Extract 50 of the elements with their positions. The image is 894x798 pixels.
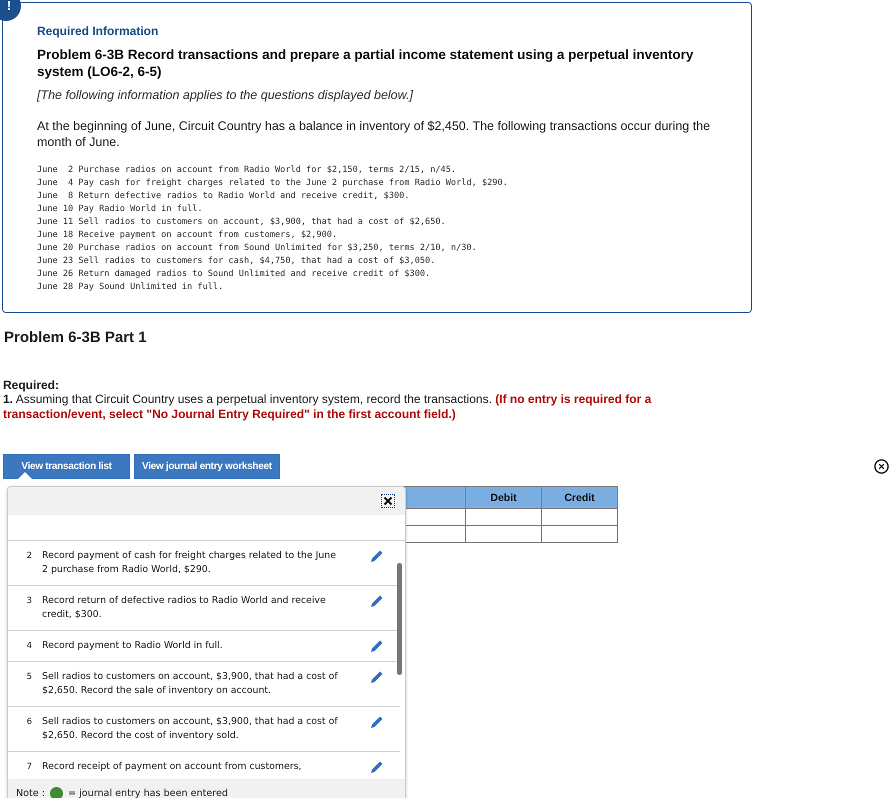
transaction-description: Sell radios to customers on account, $3,900, that had a cost of $2,650. Record the sale of inventory on account. — [42, 670, 338, 698]
transaction-line: June 2 Purchase radios on account from Radio World for $2,150, terms 2/15, n/45. — [37, 164, 456, 177]
transaction-line: June 11 Sell radios to customers on account, $3,900, that had a cost of $2,650. — [37, 216, 446, 229]
table-cell[interactable] — [466, 526, 542, 542]
close-icon[interactable] — [874, 459, 889, 474]
item-number: 7 — [26, 761, 33, 774]
transaction-line: June 18 Receive payment on account from customers, $2,900. — [37, 229, 338, 242]
transaction-description: Record return of defective radios to Radio World and receive credit, $300. — [42, 594, 327, 622]
pencil-icon[interactable] — [370, 549, 384, 563]
column-header: Debit — [466, 486, 542, 508]
status-dot — [50, 787, 63, 798]
transaction-description: Sell radios to customers on account, $3,900, that had a cost of $2,650. Record the cost of inventory sold. — [42, 715, 338, 743]
column-header: Credit — [542, 486, 618, 508]
scrollbar-thumb[interactable] — [397, 563, 402, 675]
note-text: = journal entry has been entered — [68, 788, 228, 798]
question-text: 1. Assuming that Circuit Country uses a perpetual inventory system, record the transactions. (If no entry is required for a transaction/event, select "No Journal Entry Required" in the first account field.) — [3, 392, 652, 422]
transaction-description: Record payment of cash for freight charges related to the June 2 purchase from Radio World, $290. — [42, 549, 338, 577]
transaction-description: Record payment to Radio World in full. — [42, 639, 224, 653]
pencil-icon[interactable] — [370, 670, 384, 684]
table-cell[interactable] — [466, 508, 542, 526]
intro-text: At the beginning of June, Circuit Country has a balance in inventory of $2,450. The following transactions occur during the month of June. — [37, 118, 712, 150]
transaction-line: June 28 Pay Sound Unlimited in full. — [37, 281, 224, 294]
section-heading: Required Information — [37, 24, 160, 38]
close-icon[interactable] — [382, 495, 394, 507]
transaction-line: June 10 Pay Radio World in full. — [37, 203, 203, 216]
pencil-icon[interactable] — [370, 760, 384, 774]
transaction-line: June 4 Pay cash for freight charges related to the June 2 purchase from Radio World, $290. — [37, 177, 508, 190]
table-cell[interactable] — [542, 508, 618, 526]
view-tab[interactable]: View transaction list — [3, 454, 130, 479]
item-number: 2 — [26, 550, 33, 563]
note-label: Note : — [16, 788, 45, 798]
info-note: [The following information applies to the questions displayed below.] — [37, 88, 414, 102]
item-number: 6 — [26, 716, 33, 729]
alert-badge: ! — [0, 0, 21, 21]
transaction-line: June 26 Return damaged radios to Sound Unlimited and receive credit of $300. — [37, 268, 430, 281]
required-label: Required: — [3, 378, 60, 392]
table-cell[interactable] — [542, 526, 618, 542]
item-number: 5 — [26, 671, 33, 684]
problem-title: Problem 6-3B Record transactions and prepare a partial income statement using a perpetual inventory system (LO6-2, 6-5) — [37, 46, 694, 80]
transaction-description: Record receipt of payment on account from customers, — [42, 760, 302, 774]
transaction-line: June 20 Purchase radios on account from Sound Unlimited for $3,250, terms 2/10, n/30. — [37, 242, 477, 255]
pencil-icon[interactable] — [370, 715, 384, 729]
transaction-line: June 8 Return defective radios to Radio World and receive credit, $300. — [37, 190, 410, 203]
pencil-icon[interactable] — [370, 594, 384, 608]
view-tab[interactable]: View journal entry worksheet — [134, 454, 280, 479]
item-number: 4 — [26, 640, 33, 653]
transaction-line: June 23 Sell radios to customers for cash, $4,750, that had a cost of $3,050. — [37, 255, 436, 268]
part-title: Problem 6-3B Part 1 — [4, 329, 148, 346]
pencil-icon[interactable] — [370, 639, 384, 653]
item-number: 3 — [26, 595, 33, 608]
